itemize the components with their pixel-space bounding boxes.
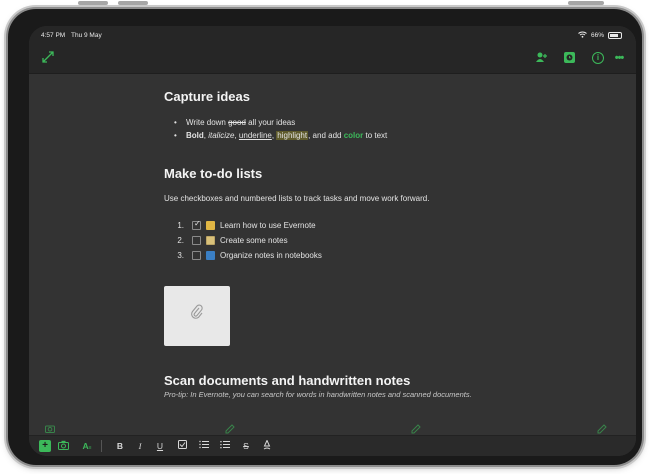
pen-icon bbox=[411, 424, 421, 434]
todo-label: Create some notes bbox=[220, 236, 288, 245]
camera-icon bbox=[45, 424, 55, 434]
list-item: Bold, italicize, underline, highlight, a… bbox=[164, 130, 524, 143]
toolbar-divider bbox=[101, 440, 102, 452]
bold-text: Bold bbox=[186, 131, 204, 140]
text-style-sub-icon: ≡ bbox=[88, 445, 92, 451]
info-icon[interactable]: i bbox=[592, 52, 604, 64]
bullet-text: , and add bbox=[308, 131, 344, 140]
text-style-icon[interactable]: A≡ bbox=[81, 440, 93, 452]
bulleted-list-icon[interactable] bbox=[220, 440, 230, 452]
todo-label: Learn how to use Evernote bbox=[220, 221, 316, 230]
capture-bullet-list: Write down good all your ideas Bold, ita… bbox=[164, 117, 524, 143]
status-right: 66% bbox=[578, 31, 622, 40]
italic-text: italicize bbox=[208, 131, 235, 140]
add-button[interactable]: + bbox=[39, 440, 51, 452]
status-time: 4:57 PM bbox=[41, 32, 66, 39]
volume-down-button bbox=[118, 1, 148, 5]
underlined-text: underline bbox=[238, 131, 272, 140]
italic-button[interactable]: I bbox=[135, 440, 145, 452]
camera-icon[interactable] bbox=[57, 440, 69, 452]
colored-text: color bbox=[343, 131, 364, 140]
power-button bbox=[568, 1, 604, 5]
status-date: Thu 9 May bbox=[71, 32, 102, 39]
battery-percent: 66% bbox=[590, 32, 604, 39]
list-item: Write down good all your ideas bbox=[164, 117, 524, 130]
section-heading-capture: Capture ideas bbox=[164, 89, 250, 104]
checkbox[interactable] bbox=[192, 236, 201, 245]
bullet-text: all your ideas bbox=[245, 118, 296, 127]
highlighted-text: highlight bbox=[276, 131, 309, 140]
strikethrough-button[interactable]: S bbox=[241, 440, 251, 452]
todo-label: Organize notes in notebooks bbox=[220, 251, 322, 260]
screen: 4:57 PM Thu 9 May 66% i ••• Capture idea… bbox=[29, 26, 636, 456]
item-number: 1. bbox=[177, 221, 184, 230]
bullet-text: Write down bbox=[186, 118, 229, 127]
numbered-list-icon[interactable] bbox=[199, 440, 209, 452]
party-popper-icon bbox=[206, 221, 215, 230]
item-number: 3. bbox=[177, 251, 184, 260]
format-toolbar: + A≡ B I U S bbox=[29, 435, 636, 456]
checkbox-checked[interactable] bbox=[192, 219, 201, 230]
status-bar: 4:57 PM Thu 9 May 66% bbox=[29, 26, 636, 44]
pen-icon bbox=[225, 424, 235, 434]
share-icon[interactable] bbox=[534, 51, 548, 65]
bullet-text: to text bbox=[363, 131, 388, 140]
paperclip-icon bbox=[190, 304, 204, 323]
note-body[interactable]: Capture ideas Write down good all your i… bbox=[29, 75, 636, 435]
attachment-thumbnail[interactable] bbox=[164, 286, 230, 346]
todo-item: 3. Organize notes in notebooks bbox=[164, 248, 524, 263]
todo-item: 1. Learn how to use Evernote bbox=[164, 218, 524, 233]
note-nav-bar: i ••• bbox=[29, 44, 636, 74]
pro-tip-text: Pro-tip: In Evernote, you can search for… bbox=[164, 390, 472, 399]
wifi-icon bbox=[578, 31, 587, 40]
blue-book-icon bbox=[206, 251, 215, 260]
todo-list: 1. Learn how to use Evernote 2. Create s… bbox=[164, 218, 524, 263]
underline-button[interactable]: U bbox=[155, 440, 165, 452]
bold-button[interactable]: B bbox=[115, 440, 125, 452]
todo-description: Use checkboxes and numbered lists to tra… bbox=[164, 194, 430, 203]
volume-up-button bbox=[78, 1, 108, 5]
collapse-icon[interactable] bbox=[41, 51, 55, 65]
memo-icon bbox=[206, 236, 215, 245]
checkbox[interactable] bbox=[192, 251, 201, 260]
more-icon[interactable]: ••• bbox=[612, 51, 626, 65]
section-heading-scan: Scan documents and handwritten notes bbox=[164, 373, 411, 388]
reminder-icon[interactable] bbox=[562, 51, 576, 65]
todo-item: 2. Create some notes bbox=[164, 233, 524, 248]
strikethrough-text: good bbox=[228, 118, 246, 127]
item-number: 2. bbox=[177, 236, 184, 245]
section-heading-todo: Make to-do lists bbox=[164, 166, 263, 181]
handwriting-icon[interactable] bbox=[262, 439, 272, 452]
pen-icon bbox=[597, 424, 607, 434]
checkbox-icon[interactable] bbox=[177, 440, 187, 452]
battery-icon bbox=[608, 32, 622, 39]
